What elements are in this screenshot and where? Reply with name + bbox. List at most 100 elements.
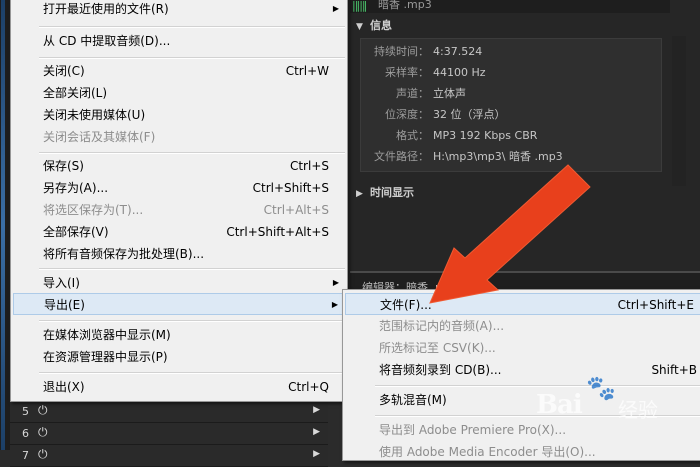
menu-item-label: 关闭会话及其媒体(F) xyxy=(43,130,156,144)
submenu-arrow-icon: ▶ xyxy=(331,300,338,309)
info-section-header[interactable]: ▼ 信息 xyxy=(350,15,700,37)
watermark-cn: 经验 xyxy=(618,398,658,422)
menu-item-export[interactable]: 导出(E) ▶ xyxy=(13,293,345,315)
submenu-item-media-encoder: 使用 Adobe Media Encoder 导出(O)... xyxy=(343,441,700,463)
expand-triangle-icon[interactable]: ▶ xyxy=(356,183,370,205)
menu-item-shortcut: Shift+B xyxy=(651,363,697,377)
menu-item-label: 在媒体浏览器中显示(M) xyxy=(43,328,171,342)
info-row-file-path: 文件路径： H:\mp3\mp3\ 暗香 .mp3 xyxy=(361,147,661,167)
collapse-triangle-icon[interactable]: ▼ xyxy=(356,16,370,38)
menu-item-exit[interactable]: 退出(X) Ctrl+Q xyxy=(11,376,347,398)
menu-item-close-unused[interactable]: 关闭未使用媒体(U) xyxy=(11,104,347,126)
menu-item-label: 关闭(C) xyxy=(43,64,85,78)
info-value: H:\mp3\mp3\ 暗香 .mp3 xyxy=(433,150,563,163)
menu-item-show-in-media-browser[interactable]: 在媒体浏览器中显示(M) xyxy=(11,324,347,346)
menu-item-label: 导入(I) xyxy=(43,276,80,290)
menu-item-label: 将选区保存为(T)... xyxy=(43,203,144,217)
info-label: 采样率： xyxy=(385,66,429,79)
menu-separator xyxy=(39,320,345,322)
window-left-edge xyxy=(0,0,10,450)
menu-item-show-in-explorer[interactable]: 在资源管理器中显示(P) xyxy=(11,346,347,368)
menu-item-import[interactable]: 导入(I) ▶ xyxy=(11,272,347,294)
baidu-watermark: 🐾 Bai 经验 xyxy=(536,374,686,426)
menu-item-label: 多轨混音(M) xyxy=(379,393,447,407)
menu-item-label: 使用 Adobe Media Encoder 导出(O)... xyxy=(379,445,596,459)
triangle-right-icon[interactable]: ▶ xyxy=(313,449,320,459)
menu-item-label: 所选标记至 CSV(K)... xyxy=(379,341,496,355)
menu-separator xyxy=(39,372,345,374)
taskbar-strip xyxy=(1,0,5,450)
track-number: 5 xyxy=(22,405,29,418)
menu-separator xyxy=(39,26,345,28)
menu-separator xyxy=(39,268,345,270)
track-row[interactable]: 6 ⏻ ▶ xyxy=(10,423,328,445)
menu-item-label: 将所有音频保存为批处理(B)... xyxy=(43,247,205,261)
info-value: 32 位（浮点） xyxy=(433,108,506,121)
track-row[interactable]: 5 ⏻ ▶ xyxy=(10,401,328,423)
menu-item-close[interactable]: 关闭(C) Ctrl+W xyxy=(11,60,347,82)
menu-item-label: 导出(E) xyxy=(44,298,85,312)
info-row-bit-depth: 位深度： 32 位（浮点） xyxy=(361,105,661,125)
paw-logo-icon: 🐾 xyxy=(586,374,616,402)
triangle-right-icon[interactable]: ▶ xyxy=(313,427,320,437)
menu-item-close-all[interactable]: 全部关闭(L) xyxy=(11,82,347,104)
export-submenu: 文件(F)... Ctrl+Shift+E 范围标记内的音频(A)... 所选标记… xyxy=(342,289,700,461)
menu-item-label: 全部关闭(L) xyxy=(43,86,108,100)
track-row[interactable]: 7 ⏻ ▶ xyxy=(10,445,328,467)
power-icon[interactable]: ⏻ xyxy=(38,403,48,418)
power-icon[interactable]: ⏻ xyxy=(38,425,48,440)
info-label: 持续时间： xyxy=(374,45,429,58)
menu-item-label: 范围标记内的音频(A)... xyxy=(379,319,505,333)
submenu-item-range-audio: 范围标记内的音频(A)... xyxy=(343,315,700,337)
waveform-icon: |‖|‖ xyxy=(352,0,367,12)
menu-item-open-recent[interactable]: 打开最近使用的文件(R) ▶ xyxy=(11,0,347,20)
track-number: 6 xyxy=(22,427,29,440)
info-scrollbar[interactable] xyxy=(672,36,686,186)
info-value: 立体声 xyxy=(433,87,466,100)
menu-item-save-selection: 将选区保存为(T)... Ctrl+Alt+S xyxy=(11,199,347,221)
info-row-sample-rate: 采样率： 44100 Hz xyxy=(361,63,661,83)
menu-item-batch-save[interactable]: 将所有音频保存为批处理(B)... xyxy=(11,243,347,265)
menu-item-close-session: 关闭会话及其媒体(F) xyxy=(11,126,347,148)
menu-item-shortcut: Ctrl+Shift+Alt+S xyxy=(226,225,329,239)
watermark-brand: Bai xyxy=(536,390,583,420)
menu-item-shortcut: Ctrl+Shift+S xyxy=(252,181,329,195)
menu-separator xyxy=(39,57,345,59)
menu-item-save[interactable]: 保存(S) Ctrl+S xyxy=(11,155,347,177)
menu-item-label: 关闭未使用媒体(U) xyxy=(43,108,146,122)
menu-item-label: 保存(S) xyxy=(43,159,84,173)
info-row-channels: 声道： 立体声 xyxy=(361,84,661,104)
menu-item-shortcut: Ctrl+Alt+S xyxy=(263,203,329,217)
triangle-right-icon[interactable]: ▶ xyxy=(313,405,320,415)
submenu-item-file[interactable]: 文件(F)... Ctrl+Shift+E xyxy=(345,293,700,315)
menu-item-shortcut: Ctrl+Shift+E xyxy=(617,298,694,312)
time-display-title: 时间显示 xyxy=(370,186,414,199)
menu-item-label: 打开最近使用的文件(R) xyxy=(43,2,169,16)
menu-item-extract-cd[interactable]: 从 CD 中提取音频(D)... xyxy=(11,30,347,52)
menu-item-save-as[interactable]: 另存为(A)... Ctrl+Shift+S xyxy=(11,177,347,199)
menu-item-save-all[interactable]: 全部保存(V) Ctrl+Shift+Alt+S xyxy=(11,221,347,243)
power-icon[interactable]: ⏻ xyxy=(38,447,48,462)
info-value: 4:37.524 xyxy=(433,45,483,58)
menu-item-shortcut: Ctrl+W xyxy=(285,64,329,78)
file-tab[interactable]: |‖|‖ 暗香 .mp3 xyxy=(350,0,670,13)
menu-item-shortcut: Ctrl+Q xyxy=(288,380,329,394)
info-value: 44100 Hz xyxy=(433,66,486,79)
info-label: 文件路径： xyxy=(374,150,429,163)
submenu-item-burn-cd[interactable]: 将音频刻录到 CD(B)... Shift+B xyxy=(343,359,700,381)
track-number: 7 xyxy=(22,449,29,462)
info-row-format: 格式： MP3 192 Kbps CBR xyxy=(361,126,661,146)
submenu-arrow-icon: ▶ xyxy=(332,278,339,287)
menu-item-label: 将音频刻录到 CD(B)... xyxy=(379,363,502,377)
menu-item-label: 在资源管理器中显示(P) xyxy=(43,350,168,364)
submenu-arrow-icon: ▶ xyxy=(332,4,339,13)
info-section-title: 信息 xyxy=(370,19,392,32)
submenu-item-markers-csv: 所选标记至 CSV(K)... xyxy=(343,337,700,359)
info-row-duration: 持续时间： 4:37.524 xyxy=(361,42,661,62)
time-display-section-header[interactable]: ▶ 时间显示 xyxy=(350,182,700,204)
menu-item-label: 全部保存(V) xyxy=(43,225,109,239)
file-tab-name: 暗香 .mp3 xyxy=(378,0,432,11)
menu-item-label: 退出(X) xyxy=(43,380,85,394)
menu-item-shortcut: Ctrl+S xyxy=(289,159,329,173)
info-label: 位深度： xyxy=(385,108,429,121)
